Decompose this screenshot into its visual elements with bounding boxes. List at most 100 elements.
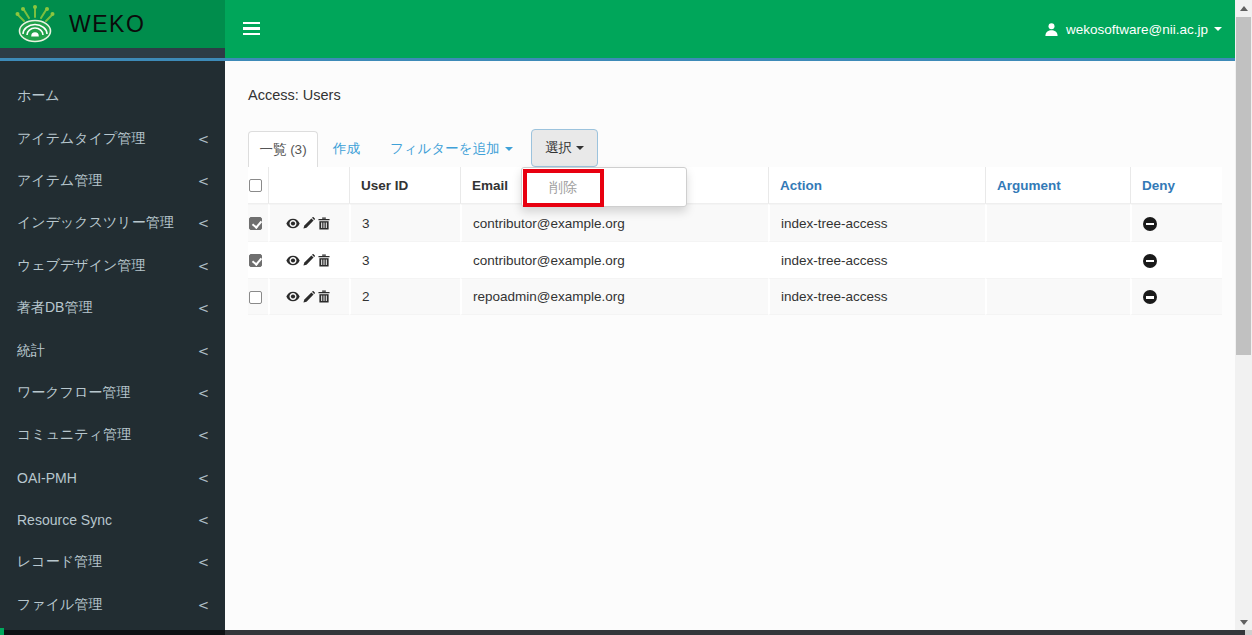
pencil-icon[interactable] <box>303 254 315 266</box>
table-row: 3contributor@example.orgindex-tree-acces… <box>248 241 1222 278</box>
trash-icon[interactable] <box>318 217 330 230</box>
bottom-bar <box>0 630 1245 635</box>
row-checkbox[interactable] <box>249 291 262 304</box>
row-actions <box>281 254 349 267</box>
chevron-down-icon <box>1214 27 1222 31</box>
sidebar-item-label: インデックスツリー管理 <box>17 214 174 232</box>
user-icon <box>1044 22 1059 37</box>
cell-email: contributor@example.org <box>460 204 768 241</box>
sidebar-item[interactable]: ウェブデザイン管理 < <box>0 245 225 287</box>
sidebar-item[interactable]: コミュニティ管理 < <box>0 414 225 456</box>
sidebar-item[interactable]: ファイル管理 < <box>0 584 225 626</box>
select-all-checkbox[interactable] <box>249 179 262 192</box>
sidebar-item[interactable]: OAI-PMH < <box>0 457 225 499</box>
cell-user-id: 3 <box>349 204 460 241</box>
brand-name: WEKO <box>69 11 145 38</box>
cell-user-id: 2 <box>349 278 460 315</box>
user-email: wekosoftware@nii.ac.jp <box>1066 22 1208 37</box>
main-content: Access: Users 一覧 (3) 作成 フィルターを追加 選択 User… <box>225 61 1235 630</box>
table-row: 2repoadmin@example.orgindex-tree-access <box>248 278 1222 315</box>
sidebar-item[interactable]: アイテムタイプ管理 < <box>0 117 225 159</box>
weko-logo-icon <box>13 2 57 46</box>
bottom-green-marker <box>0 628 4 635</box>
bottom-bar-dark-segment <box>0 630 225 635</box>
chevron-left-icon: < <box>198 385 209 401</box>
eye-icon[interactable] <box>286 291 300 302</box>
tab-add-filter[interactable]: フィルターを追加 <box>375 131 528 167</box>
sidebar-item-label: レコード管理 <box>17 553 102 571</box>
sidebar-item[interactable]: ホーム <box>0 75 225 117</box>
chevron-down-icon <box>576 146 584 150</box>
chevron-left-icon: < <box>198 300 209 316</box>
col-action[interactable]: Action <box>768 167 985 204</box>
scroll-up-arrow-icon[interactable] <box>1240 6 1248 11</box>
eye-icon[interactable] <box>286 218 300 229</box>
scrollbar-corner <box>1245 630 1252 635</box>
sidebar-item-label: コミュニティ管理 <box>17 426 131 444</box>
sidebar-item-label: 著者DB管理 <box>17 299 92 317</box>
cell-email: contributor@example.org <box>460 241 768 278</box>
sidebar-item-label: ファイル管理 <box>17 596 102 614</box>
col-argument[interactable]: Argument <box>985 167 1130 204</box>
cell-user-id: 3 <box>349 241 460 278</box>
sidebar-item[interactable]: 統計 < <box>0 329 225 371</box>
sidebar-item-label: アイテムタイプ管理 <box>17 130 145 148</box>
scroll-down-arrow-icon[interactable] <box>1240 620 1248 625</box>
sidebar-toggle-icon[interactable] <box>243 22 260 35</box>
user-menu[interactable]: wekosoftware@nii.ac.jp <box>1044 0 1222 58</box>
cell-argument <box>985 278 1130 315</box>
tab-create[interactable]: 作成 <box>318 131 375 167</box>
sidebar-item-label: 統計 <box>17 342 45 360</box>
sidebar-item-label: ウェブデザイン管理 <box>17 257 145 275</box>
cell-action: index-tree-access <box>768 278 985 315</box>
tab-bar: 一覧 (3) 作成 フィルターを追加 <box>248 131 528 167</box>
chevron-down-icon <box>505 147 513 151</box>
pencil-icon[interactable] <box>303 291 315 303</box>
sidebar-item[interactable]: Resource Sync < <box>0 499 225 541</box>
cell-email: repoadmin@example.org <box>460 278 768 315</box>
trash-icon[interactable] <box>318 254 330 267</box>
chevron-left-icon: < <box>198 258 209 274</box>
chevron-left-icon: < <box>198 131 209 147</box>
row-checkbox[interactable] <box>249 217 262 230</box>
sidebar-item-label: アイテム管理 <box>17 172 102 190</box>
trash-icon[interactable] <box>318 290 330 303</box>
scrollbar-thumb[interactable] <box>1236 17 1251 355</box>
sidebar-item[interactable]: 著者DB管理 < <box>0 287 225 329</box>
col-deny[interactable]: Deny <box>1130 167 1222 204</box>
logo-underbar <box>0 48 225 58</box>
table-header-row: User ID Email Action Argument Deny <box>248 167 1222 204</box>
chevron-left-icon: < <box>198 215 209 231</box>
row-actions <box>281 217 349 230</box>
cell-argument <box>985 241 1130 278</box>
row-checkbox[interactable] <box>249 254 262 267</box>
chevron-left-icon: < <box>198 427 209 443</box>
chevron-left-icon: < <box>198 343 209 359</box>
sidebar-item-label: OAI-PMH <box>17 470 77 486</box>
cell-action: index-tree-access <box>768 204 985 241</box>
access-users-table: User ID Email Action Argument Deny 3cont… <box>248 167 1222 315</box>
sidebar-item-label: ワークフロー管理 <box>17 384 130 402</box>
sidebar-item[interactable]: レコード管理< <box>0 541 225 583</box>
chevron-left-icon: < <box>198 512 209 528</box>
pencil-icon[interactable] <box>303 217 315 229</box>
app-logo[interactable]: WEKO <box>0 0 225 48</box>
cell-action: index-tree-access <box>768 241 985 278</box>
chevron-left-icon: < <box>198 470 209 486</box>
annotation-red-box <box>523 169 604 207</box>
sidebar-nav: ホームアイテムタイプ管理<アイテム管理<インデックスツリー管理<ウェブデザイン管… <box>0 61 225 630</box>
sidebar-item-label: Resource Sync <box>17 512 112 528</box>
tab-list[interactable]: 一覧 (3) <box>248 131 318 167</box>
page-title: Access: Users <box>248 87 341 103</box>
chevron-left-icon: < <box>198 173 209 189</box>
sidebar-item[interactable]: インデックスツリー管理 < <box>0 202 225 244</box>
col-user-id: User ID <box>349 167 460 204</box>
select-button[interactable]: 選択 <box>531 129 598 167</box>
deny-icon <box>1143 290 1157 304</box>
chevron-left-icon: < <box>198 597 209 613</box>
sidebar-item[interactable]: ワークフロー管理 < <box>0 372 225 414</box>
row-actions <box>281 290 349 303</box>
sidebar-item[interactable]: アイテム管理 < <box>0 160 225 202</box>
vertical-scrollbar[interactable] <box>1235 0 1252 635</box>
eye-icon[interactable] <box>286 255 300 266</box>
